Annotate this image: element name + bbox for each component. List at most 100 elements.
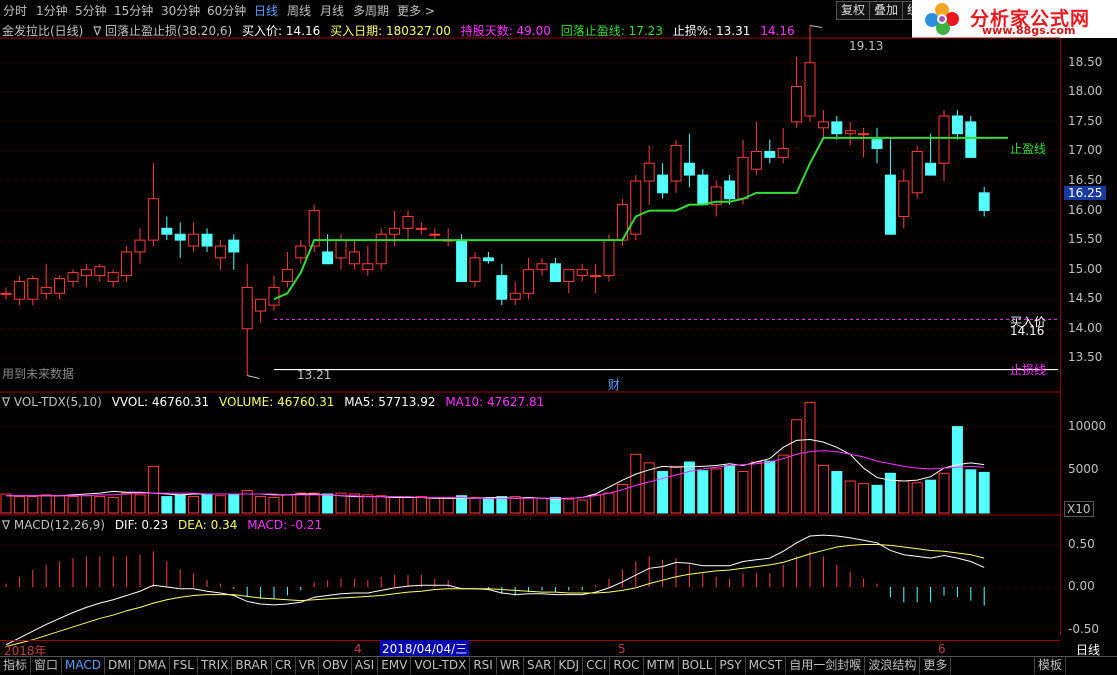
- candle-body: [241, 286, 253, 330]
- bottom-tab[interactable]: DMI: [105, 657, 136, 674]
- bottom-tab[interactable]: 更多: [920, 657, 952, 674]
- macd-value: MACD: -0.21: [247, 518, 323, 532]
- chart-canvas[interactable]: [0, 0, 1117, 674]
- candle-body: [67, 272, 79, 283]
- volume-header: ∇ VOL-TDX(5,10) VVOL: 46760.31 VOLUME: 4…: [2, 395, 550, 409]
- volume-bar: [817, 464, 829, 514]
- macd-indicator-name[interactable]: ∇ MACD(12,26,9): [2, 518, 105, 532]
- bottom-tab-active[interactable]: MACD: [62, 657, 106, 674]
- price-tick: 18.00: [1068, 84, 1103, 99]
- bottom-tab[interactable]: VOL-TDX: [411, 657, 471, 674]
- volume-bar: [509, 496, 521, 514]
- candle-body: [469, 257, 481, 283]
- bottom-tab[interactable]: KDJ: [555, 657, 584, 674]
- bottom-tab[interactable]: CCI: [583, 657, 611, 674]
- price-tick: 17.50: [1068, 113, 1103, 128]
- price-tick: 14.50: [1068, 291, 1103, 306]
- bottom-tab[interactable]: DMA: [135, 657, 170, 674]
- candle-body: [724, 180, 736, 200]
- candle-body: [804, 62, 816, 117]
- bottom-tab[interactable]: BRAR: [232, 657, 273, 674]
- volume-bar: [134, 494, 146, 514]
- bottom-tab[interactable]: TRIX: [198, 657, 233, 674]
- bottom-tab[interactable]: MCST: [746, 657, 787, 674]
- volume-bar: [268, 496, 280, 514]
- bottom-tab[interactable]: BOLL: [679, 657, 717, 674]
- candle-body: [295, 245, 307, 259]
- bottom-tab[interactable]: RSI: [470, 657, 497, 674]
- vvol-value: VVOL: 46760.31: [111, 395, 210, 409]
- volume-bar: [496, 496, 508, 514]
- candle-body: [791, 85, 803, 123]
- candle-body: [764, 150, 776, 158]
- candle-body: [161, 227, 173, 235]
- volume-indicator-name[interactable]: ∇ VOL-TDX(5,10): [2, 395, 102, 409]
- candle-body: [348, 251, 360, 265]
- volume-bar: [576, 499, 588, 514]
- date-tick: 4: [354, 642, 362, 656]
- volume-bar: [965, 469, 977, 514]
- volume-bar: [80, 495, 92, 514]
- candle-body: [871, 139, 883, 149]
- volume-value: VOLUME: 46760.31: [218, 395, 335, 409]
- volume-bar: [898, 480, 910, 514]
- macd-tick: -0.50: [1068, 621, 1100, 636]
- bottom-tab[interactable]: OBV: [319, 657, 352, 674]
- volume-bar: [549, 496, 561, 514]
- candle-body: [831, 121, 843, 135]
- candle-body: [978, 192, 990, 212]
- bottom-tab[interactable]: FSL: [170, 657, 198, 674]
- candle-body: [898, 180, 910, 217]
- candle-body: [670, 145, 682, 182]
- price-tick: 16.00: [1068, 202, 1103, 217]
- candle-body: [255, 298, 267, 312]
- candle-body: [456, 239, 468, 283]
- bottom-tab[interactable]: CR: [272, 657, 296, 674]
- bottom-tab[interactable]: ASI: [352, 657, 379, 674]
- volume-bar: [750, 461, 762, 514]
- bottom-tab[interactable]: SAR: [524, 657, 556, 674]
- bottom-tab[interactable]: MTM: [644, 657, 679, 674]
- template-button[interactable]: 模板: [1034, 657, 1067, 674]
- bottom-tab[interactable]: 自用一剑封喉: [786, 657, 866, 674]
- bottom-tab[interactable]: 指标: [0, 657, 32, 674]
- candle-body: [375, 233, 387, 265]
- bottom-tab[interactable]: 窗口: [31, 657, 63, 674]
- bottom-tab[interactable]: VR: [296, 657, 320, 674]
- candle-body: [147, 198, 159, 241]
- volume-bar: [630, 453, 642, 514]
- volume-bar: [214, 495, 226, 514]
- volume-bar: [121, 492, 133, 514]
- date-axis: 2018年 4 5 6: [0, 640, 1060, 658]
- volume-bar: [563, 498, 575, 514]
- bottom-tab[interactable]: PSY: [716, 657, 746, 674]
- volume-bar: [255, 496, 267, 514]
- volume-bar: [322, 493, 334, 514]
- finance-marker[interactable]: 财: [608, 376, 620, 393]
- price-tick: 16.50: [1068, 173, 1103, 187]
- volume-bar: [523, 496, 535, 514]
- bottom-tab[interactable]: EMV: [378, 657, 412, 674]
- volume-bar: [777, 454, 789, 514]
- volume-bar: [804, 401, 816, 514]
- low-pointer: [247, 375, 260, 379]
- candle-body: [482, 257, 494, 262]
- low-label: 13.21: [297, 368, 332, 382]
- volume-bar: [442, 497, 454, 514]
- volume-bar: [697, 470, 709, 514]
- volume-bar: [147, 465, 159, 514]
- date-tick: 6: [938, 642, 946, 656]
- candle-body: [27, 278, 39, 300]
- bottom-tab[interactable]: WR: [497, 657, 525, 674]
- date-tick: 5: [618, 642, 626, 656]
- volume-bar: [40, 494, 52, 514]
- bottom-tab[interactable]: 波浪结构: [865, 657, 921, 674]
- buy-value-label: 14.16: [1010, 324, 1045, 338]
- stoploss-label: 止损线: [1010, 363, 1047, 377]
- volume-bar: [389, 496, 401, 514]
- candle-body: [938, 115, 950, 164]
- bottom-tab[interactable]: ROC: [610, 657, 644, 674]
- candle-body: [214, 245, 226, 259]
- volume-bar: [911, 482, 923, 514]
- macd-header: ∇ MACD(12,26,9) DIF: 0.23 DEA: 0.34 MACD…: [2, 518, 328, 532]
